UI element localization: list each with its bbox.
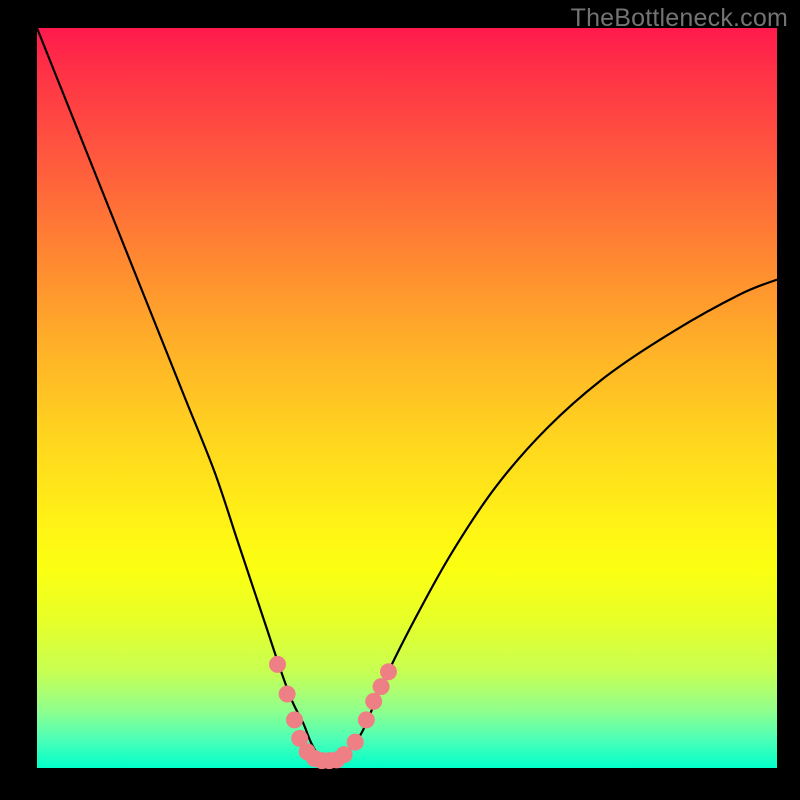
curve-markers <box>269 656 397 769</box>
curve-marker <box>347 734 364 751</box>
outer-black-frame: TheBottleneck.com <box>0 0 800 800</box>
curve-marker <box>286 711 303 728</box>
chart-overlay <box>37 28 777 768</box>
curve-marker <box>358 711 375 728</box>
curve-marker <box>279 686 296 703</box>
curve-marker <box>373 678 390 695</box>
curve-marker <box>269 656 286 673</box>
bottleneck-curve <box>37 28 777 761</box>
curve-marker <box>380 663 397 680</box>
curve-marker <box>365 693 382 710</box>
watermark-text: TheBottleneck.com <box>571 4 788 33</box>
